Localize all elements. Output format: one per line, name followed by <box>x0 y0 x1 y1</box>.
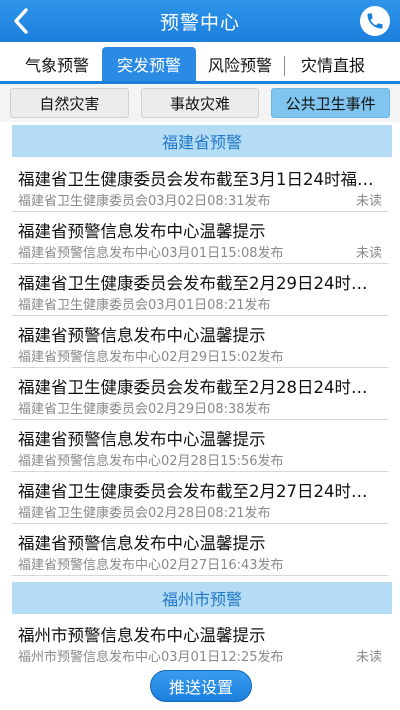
subtab-accident[interactable]: 事故灾难 <box>140 88 260 118</box>
item-title: 福建省卫生健康委员会发布截至2月27日24时福建省新型冠状病毒肺炎疫情情况 <box>18 482 380 501</box>
item-title: 福建省卫生健康委员会发布截至3月1日24时福建省新型冠状病毒肺炎疫情情况 <box>18 170 380 189</box>
list-item[interactable]: 福州市预警信息发布中心温馨提示 福州市预警信息发布中心03月01日12:25发布… <box>12 616 388 668</box>
back-button[interactable] <box>0 0 42 42</box>
list-item[interactable]: 福建省预警信息发布中心温馨提示 福建省预警信息发布中心02月28日15:56发布 <box>12 420 388 472</box>
subtab-natural-disaster[interactable]: 自然灾害 <box>10 88 129 118</box>
item-meta: 福建省卫生健康委员会02月28日08:21发布 <box>18 506 271 521</box>
tab-weather-warning[interactable]: 气象预警 <box>12 47 102 81</box>
item-meta: 福建省预警信息发布中心03月01日15:08发布 <box>18 246 284 261</box>
unread-badge: 未读 <box>355 246 382 261</box>
subtab-public-health[interactable]: 公共卫生事件 <box>271 88 391 118</box>
item-meta: 福建省卫生健康委员会02月29日08:38发布 <box>18 402 271 417</box>
item-title: 福建省预警信息发布中心温馨提示 <box>18 534 266 553</box>
unread-badge: 未读 <box>355 194 382 209</box>
sub-tabs: 自然灾害 事故灾难 公共卫生事件 <box>0 84 400 122</box>
phone-button[interactable] <box>360 6 390 36</box>
list-item[interactable]: 福建省预警信息发布中心温馨提示 福建省预警信息发布中心02月27日16:43发布 <box>12 524 388 576</box>
unread-badge: 未读 <box>355 650 382 665</box>
top-bar: 预警中心 <box>0 0 400 42</box>
section-header-fujian: 福建省预警 <box>12 125 392 157</box>
item-title: 福州市预警信息发布中心温馨提示 <box>18 626 266 645</box>
list-item[interactable]: 福建省卫生健康委员会发布截至2月29日24时福建省新型冠状病毒肺炎疫情情况 福建… <box>12 264 388 316</box>
chevron-left-icon <box>14 8 28 34</box>
list-item[interactable]: 福建省预警信息发布中心温馨提示 福建省预警信息发布中心02月29日15:02发布 <box>12 316 388 368</box>
tab-emergency-warning[interactable]: 突发预警 <box>102 47 196 81</box>
list-item[interactable]: 福建省卫生健康委员会发布截至2月28日24时福建省新型冠状病毒肺炎疫情情况 福建… <box>12 368 388 420</box>
list-item[interactable]: 福建省卫生健康委员会发布截至3月1日24时福建省新型冠状病毒肺炎疫情情况 福建省… <box>12 160 388 212</box>
item-meta: 福建省预警信息发布中心02月29日15:02发布 <box>18 350 284 365</box>
main-tabs: 气象预警 突发预警 风险预警 灾情直报 <box>0 42 400 84</box>
list-item[interactable]: 福建省卫生健康委员会发布截至2月27日24时福建省新型冠状病毒肺炎疫情情况 福建… <box>12 472 388 524</box>
list-item[interactable]: 福建省预警信息发布中心温馨提示 福建省预警信息发布中心03月01日15:08发布… <box>12 212 388 264</box>
item-title: 福建省预警信息发布中心温馨提示 <box>18 430 266 449</box>
item-meta: 福建省卫生健康委员会03月02日08:31发布 <box>18 194 271 209</box>
phone-icon <box>367 13 383 29</box>
item-title: 福建省卫生健康委员会发布截至2月29日24时福建省新型冠状病毒肺炎疫情情况 <box>18 274 380 293</box>
item-meta: 福建省预警信息发布中心02月28日15:56发布 <box>18 454 284 469</box>
item-title: 福建省预警信息发布中心温馨提示 <box>18 326 266 345</box>
page-title: 预警中心 <box>159 11 240 34</box>
tab-disaster-report[interactable]: 灾情直报 <box>285 47 381 81</box>
tab-risk-warning[interactable]: 风险预警 <box>196 47 284 81</box>
item-meta: 福州市预警信息发布中心03月01日12:25发布 <box>18 650 284 665</box>
item-meta: 福建省卫生健康委员会03月01日08:21发布 <box>18 298 271 313</box>
item-title: 福建省预警信息发布中心温馨提示 <box>18 222 266 241</box>
item-meta: 福建省预警信息发布中心02月27日16:43发布 <box>18 558 284 573</box>
item-title: 福建省卫生健康委员会发布截至2月28日24时福建省新型冠状病毒肺炎疫情情况 <box>18 378 380 397</box>
section-header-fuzhou: 福州市预警 <box>12 582 392 614</box>
push-settings-button[interactable]: 推送设置 <box>150 670 252 702</box>
